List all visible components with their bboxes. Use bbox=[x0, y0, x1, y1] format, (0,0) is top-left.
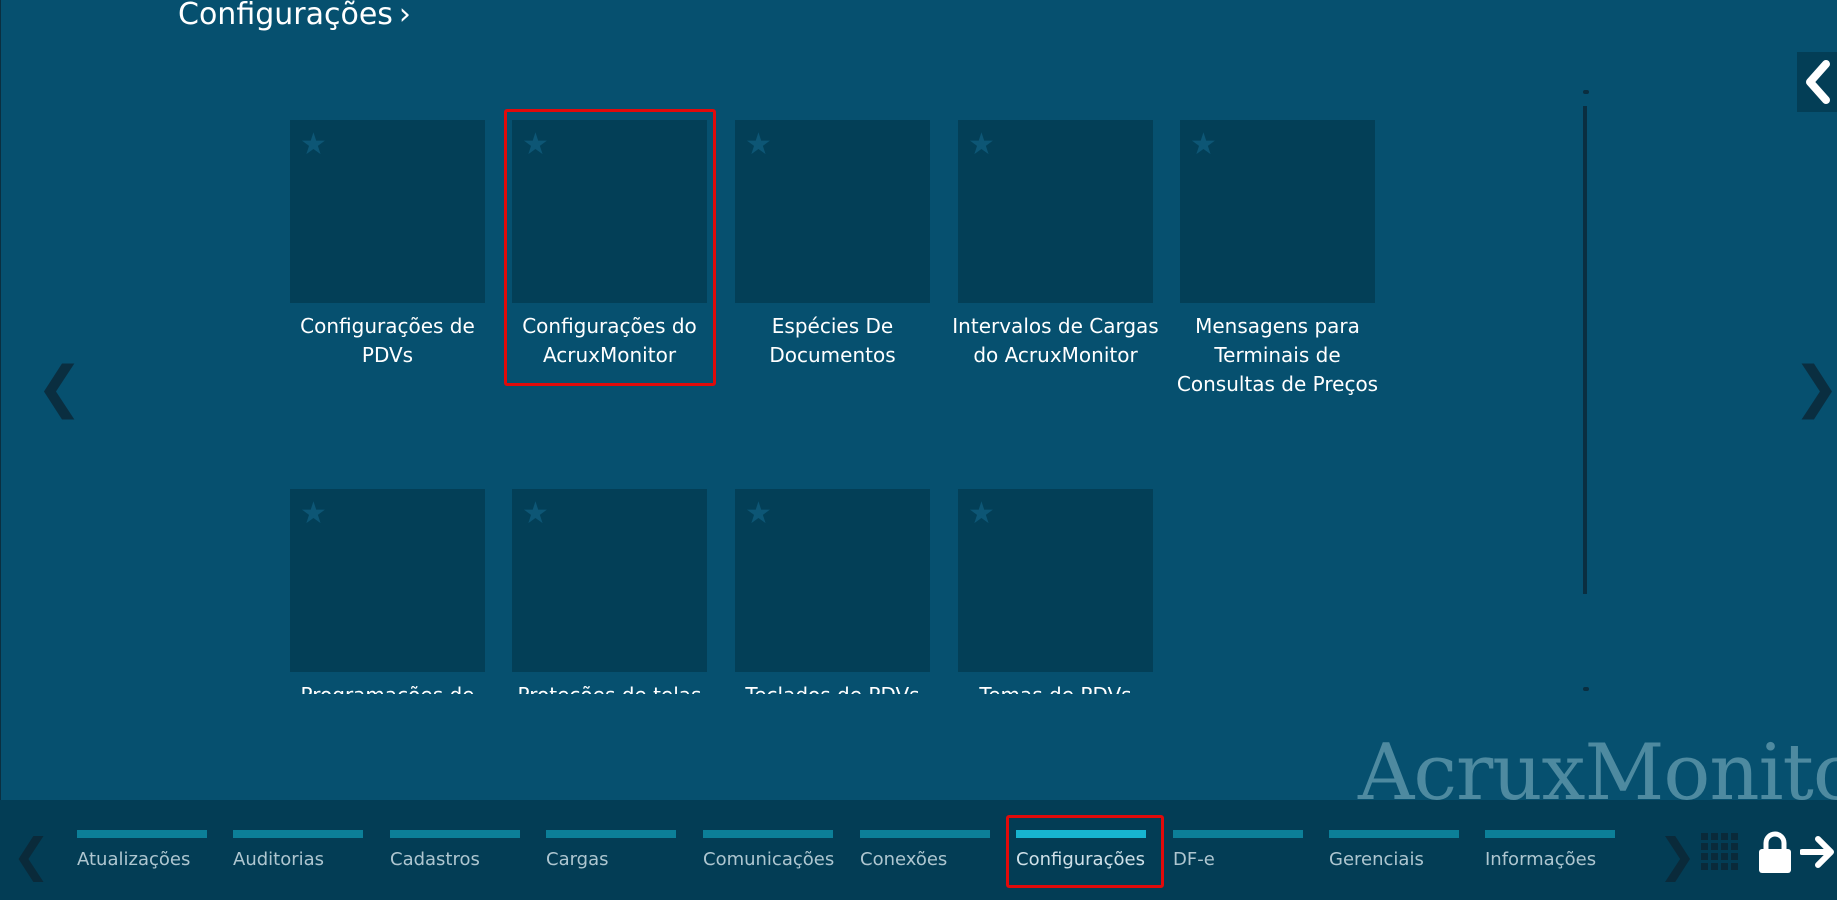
tile-label: Temas de PDVs bbox=[948, 681, 1163, 694]
tab-indicator bbox=[233, 830, 363, 838]
tile-label: Configurações de PDVs bbox=[300, 314, 475, 367]
star-icon[interactable]: ★ bbox=[300, 130, 327, 160]
tile-label: Intervalos de Cargas do AcruxMonitor bbox=[952, 314, 1159, 367]
tile-label: Proteções de telas bbox=[502, 681, 717, 694]
arrow-right-icon[interactable] bbox=[1800, 834, 1837, 870]
tab-indicator bbox=[860, 830, 990, 838]
bottom-bar: ❮ Atualizações Auditorias Cadastros Carg… bbox=[0, 800, 1837, 900]
lock-icon[interactable] bbox=[1757, 830, 1793, 874]
tab-gerenciais[interactable]: Gerenciais bbox=[1329, 825, 1461, 885]
tab-indicator bbox=[546, 830, 676, 838]
scrollbar-track[interactable] bbox=[1583, 106, 1587, 594]
window-left-edge bbox=[0, 0, 1, 900]
tab-label: Configurações bbox=[1016, 849, 1145, 870]
tab-label: Informações bbox=[1485, 849, 1597, 870]
tab-indicator bbox=[390, 830, 520, 838]
tab-label: Cadastros bbox=[390, 849, 480, 870]
tab-indicator bbox=[703, 830, 833, 838]
page-title-text: Configurações bbox=[178, 0, 393, 32]
tab-indicator bbox=[1173, 830, 1303, 838]
tab-label: Conexões bbox=[860, 849, 948, 870]
star-icon[interactable]: ★ bbox=[745, 130, 772, 160]
tile-label: Configurações do AcruxMonitor bbox=[522, 314, 697, 367]
chevron-left-icon bbox=[1806, 60, 1830, 104]
tab-cadastros[interactable]: Cadastros bbox=[390, 825, 522, 885]
tab-indicator bbox=[1016, 830, 1146, 838]
tab-conexoes[interactable]: Conexões bbox=[860, 825, 992, 885]
tile-label: Mensagens para Terminais de Consultas de… bbox=[1176, 314, 1379, 396]
tab-comunicacoes[interactable]: Comunicações bbox=[703, 825, 835, 885]
page-prev-button[interactable]: ❮ bbox=[36, 358, 83, 418]
tab-configuracoes[interactable]: Configurações bbox=[1016, 825, 1148, 885]
scrollbar-down[interactable] bbox=[1583, 687, 1589, 691]
tab-indicator bbox=[77, 830, 207, 838]
tile-label: Teclados de PDVs bbox=[725, 681, 940, 694]
collapse-panel-button[interactable] bbox=[1797, 52, 1837, 112]
tabs-prev-button[interactable]: ❮ bbox=[12, 830, 51, 880]
tab-indicator bbox=[1485, 830, 1615, 838]
tab-cargas[interactable]: Cargas bbox=[546, 825, 678, 885]
page-title: Configurações › bbox=[178, 0, 411, 30]
star-icon[interactable]: ★ bbox=[300, 499, 327, 529]
star-icon[interactable]: ★ bbox=[745, 499, 772, 529]
tab-label: Gerenciais bbox=[1329, 849, 1424, 870]
page-next-button[interactable]: ❯ bbox=[1793, 358, 1837, 418]
tab-label: DF-e bbox=[1173, 849, 1215, 870]
tab-label: Auditorias bbox=[233, 849, 325, 870]
tabs-next-button[interactable]: ❯ bbox=[1658, 830, 1697, 880]
tab-informacoes[interactable]: Informações bbox=[1485, 825, 1617, 885]
tab-atualizacoes[interactable]: Atualizações bbox=[77, 825, 209, 885]
star-icon[interactable]: ★ bbox=[968, 499, 995, 529]
tab-indicator bbox=[1329, 830, 1459, 838]
star-icon[interactable]: ★ bbox=[522, 499, 549, 529]
tab-label: Atualizações bbox=[77, 849, 191, 870]
tile-label: Espécies De Documentos bbox=[769, 314, 896, 367]
tab-auditorias[interactable]: Auditorias bbox=[233, 825, 365, 885]
tile-label: Programações de bbox=[280, 681, 495, 694]
scrollbar-up[interactable] bbox=[1583, 90, 1589, 94]
tab-label: Comunicações bbox=[703, 849, 835, 870]
tab-label: Cargas bbox=[546, 849, 609, 870]
grid-icon[interactable] bbox=[1700, 832, 1742, 874]
star-icon[interactable]: ★ bbox=[522, 130, 549, 160]
tab-df-e[interactable]: DF-e bbox=[1173, 825, 1305, 885]
star-icon[interactable]: ★ bbox=[968, 130, 995, 160]
star-icon[interactable]: ★ bbox=[1190, 130, 1217, 160]
chevron-right-icon[interactable]: › bbox=[399, 0, 411, 30]
tile-grid: ★ Configurações de PDVs ★ Configurações … bbox=[280, 100, 1400, 694]
